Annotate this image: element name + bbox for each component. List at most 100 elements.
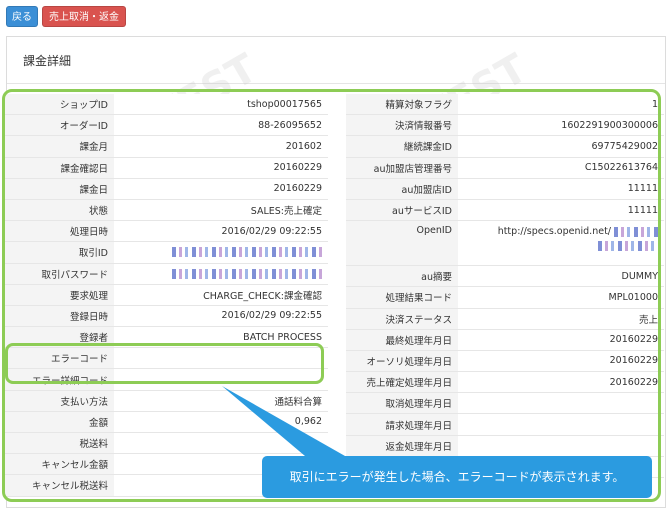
- field-value: 1602291900300006: [458, 114, 664, 137]
- field-value: 201602: [114, 135, 328, 158]
- table-row: 処理結果コード MPL01000: [346, 286, 664, 309]
- field-value: [114, 347, 328, 370]
- field-value: 1: [458, 94, 664, 116]
- redacted-value: [172, 268, 322, 279]
- field-label: au加盟店管理番号: [346, 157, 458, 179]
- field-label: 決済情報番号: [346, 114, 458, 137]
- field-value: 0,962: [114, 411, 328, 434]
- field-label: キャンセル金額: [4, 453, 114, 476]
- field-label: 登録者: [4, 326, 114, 349]
- field-value: 20160229: [458, 371, 664, 394]
- table-row: 決済ステータス 売上: [346, 308, 664, 330]
- field-label: 金額: [4, 411, 114, 434]
- field-label: 処理結果コード: [346, 286, 458, 309]
- table-row: 状態 SALES:売上確定: [4, 199, 328, 222]
- field-value: 通話料合算: [114, 390, 328, 412]
- field-value: 11111: [458, 178, 664, 200]
- field-label: au加盟店ID: [346, 178, 458, 200]
- field-value: BATCH PROCESS: [114, 326, 328, 349]
- table-row: 要求処理 CHARGE_CHECK:課金確認: [4, 284, 328, 306]
- field-label: オーダーID: [4, 114, 114, 137]
- field-label: 請求処理年月日: [346, 413, 458, 436]
- table-row: 取引ID: [4, 241, 328, 264]
- table-row: 支払い方法 通話料合算: [4, 390, 328, 412]
- field-value: 20160229: [114, 178, 328, 200]
- field-label: 状態: [4, 199, 114, 222]
- field-label: 売上確定処理年月日: [346, 371, 458, 394]
- table-row: ショップID tshop00017565: [4, 94, 328, 116]
- table-row: オーソリ処理年月日 20160229: [346, 350, 664, 373]
- field-label: 取消処理年月日: [346, 392, 458, 415]
- field-label: 継続課金ID: [346, 135, 458, 158]
- field-label: 取引パスワード: [4, 263, 114, 285]
- field-value: 2016/02/29 09:22:55: [114, 305, 328, 328]
- table-row: 金額 0,962: [4, 411, 328, 434]
- table-row: エラーコード: [4, 347, 328, 370]
- panel-title: 課金詳細: [23, 54, 72, 68]
- field-label: 要求処理: [4, 284, 114, 306]
- field-label: auサービスID: [346, 199, 458, 222]
- field-value: 2016/02/29 09:22:55: [114, 220, 328, 243]
- field-label: ショップID: [4, 94, 114, 116]
- right-detail-table: 精算対象フラグ 1 決済情報番号 1602291900300006 継続課金ID 69…: [346, 94, 664, 479]
- field-value: [114, 263, 328, 285]
- field-value: [114, 432, 328, 455]
- field-value: [114, 241, 328, 264]
- table-row: 登録者 BATCH PROCESS: [4, 326, 328, 349]
- field-value: 売上: [458, 308, 664, 330]
- table-row: au加盟店管理番号 C15022613764: [346, 157, 664, 179]
- field-value: 20160229: [458, 350, 664, 373]
- table-row: OpenID http://specs.openid.net/: [346, 220, 664, 267]
- field-label: 精算対象フラグ: [346, 94, 458, 116]
- openid-url: http://specs.openid.net/: [497, 226, 611, 238]
- field-value: DUMMY: [458, 265, 664, 288]
- field-label: 税送料: [4, 432, 114, 455]
- field-label: キャンセル税送料: [4, 474, 114, 497]
- cancel-refund-button[interactable]: 売上取消・返金: [42, 6, 126, 27]
- field-label: 課金日: [4, 178, 114, 200]
- table-row: 精算対象フラグ 1: [346, 94, 664, 116]
- field-value: 69775429002: [458, 135, 664, 158]
- table-row: 処理日時 2016/02/29 09:22:55: [4, 220, 328, 243]
- field-label: OpenID: [346, 220, 458, 267]
- left-detail-table: ショップID tshop00017565 オーダーID 88-26095652 課金…: [4, 94, 328, 497]
- field-value: tshop00017565: [114, 94, 328, 116]
- back-button[interactable]: 戻る: [6, 6, 38, 27]
- table-row: 課金月 201602: [4, 135, 328, 158]
- field-label: 課金確認日: [4, 157, 114, 179]
- table-row: 継続課金ID 69775429002: [346, 135, 664, 158]
- field-value: 20160229: [458, 329, 664, 351]
- field-value: http://specs.openid.net/: [458, 220, 664, 267]
- field-value: 11111: [458, 199, 664, 222]
- table-row: 返金処理年月日: [346, 435, 664, 457]
- field-label: 課金月: [4, 135, 114, 158]
- redacted-value: [172, 247, 322, 258]
- field-value: [458, 413, 664, 436]
- table-row: オーダーID 88-26095652: [4, 114, 328, 137]
- table-row: 登録日時 2016/02/29 09:22:55: [4, 305, 328, 328]
- table-row: 売上確定処理年月日 20160229: [346, 371, 664, 394]
- redacted-value: [598, 240, 658, 251]
- field-label: エラー詳細コード: [4, 368, 114, 391]
- table-row: 決済情報番号 1602291900300006: [346, 114, 664, 137]
- field-label: オーソリ処理年月日: [346, 350, 458, 373]
- table-row: 税送料: [4, 432, 328, 455]
- callout-message: 取引にエラーが発生した場合、エラーコードが表示されます。: [262, 456, 652, 498]
- table-row: 請求処理年月日: [346, 413, 664, 436]
- redacted-value: [614, 226, 658, 237]
- table-row: au加盟店ID 11111: [346, 178, 664, 200]
- table-row: 最終処理年月日 20160229: [346, 329, 664, 351]
- field-label: 決済ステータス: [346, 308, 458, 330]
- field-value: CHARGE_CHECK:課金確認: [114, 284, 328, 306]
- field-label: 支払い方法: [4, 390, 114, 412]
- field-label: 取引ID: [4, 241, 114, 264]
- field-value: C15022613764: [458, 157, 664, 179]
- table-row: 取引パスワード: [4, 263, 328, 285]
- table-row: エラー詳細コード: [4, 368, 328, 391]
- field-value: [114, 368, 328, 391]
- panel-divider: [7, 83, 665, 84]
- table-row: 取消処理年月日: [346, 392, 664, 415]
- table-row: 課金日 20160229: [4, 178, 328, 200]
- field-value: MPL01000: [458, 286, 664, 309]
- field-label: エラーコード: [4, 347, 114, 370]
